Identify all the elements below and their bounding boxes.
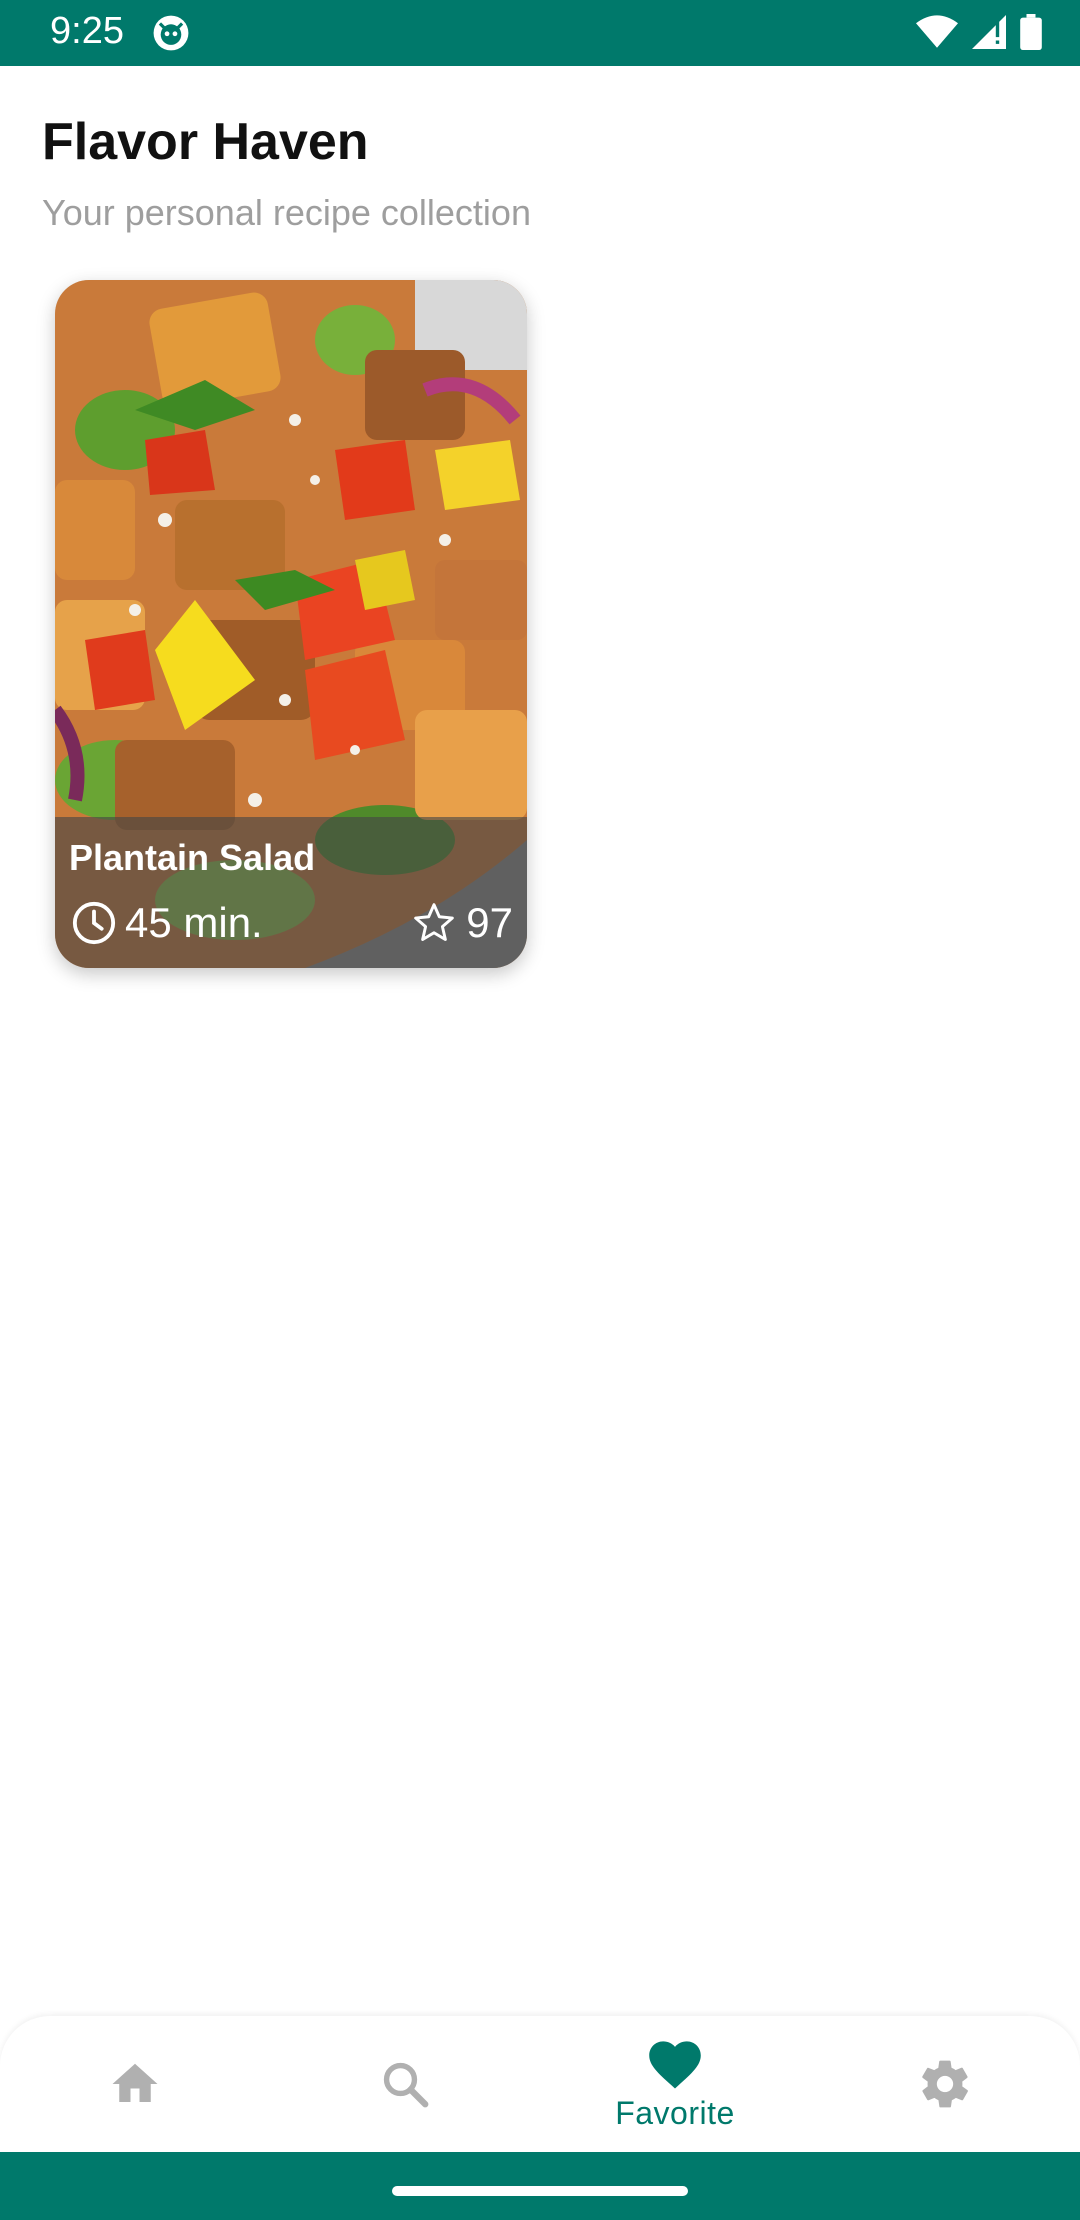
- search-icon: [383, 2062, 429, 2108]
- status-icons: [916, 14, 1042, 50]
- home-icon: [112, 2063, 158, 2102]
- clock-icon: [72, 901, 116, 945]
- recipe-name: Plantain Salad: [69, 837, 316, 878]
- nav-search[interactable]: [270, 2016, 540, 2152]
- page-title: Flavor Haven: [42, 113, 369, 171]
- star-icon: [414, 903, 455, 941]
- status-time: 9:25: [50, 10, 124, 52]
- wifi-icon: [916, 15, 958, 48]
- nav-home[interactable]: [0, 2016, 270, 2152]
- page-subtitle: Your personal recipe collection: [42, 192, 531, 233]
- gear-icon: [922, 2060, 968, 2108]
- recipe-time-text: 45 min.: [125, 899, 263, 946]
- signal-icon: [972, 15, 1006, 49]
- bottom-navigation: Favorite: [0, 2016, 1080, 2152]
- recipe-rating-text: 97: [466, 899, 513, 946]
- gesture-navigation-bar: [0, 2152, 1080, 2220]
- nav-settings[interactable]: [810, 2016, 1080, 2152]
- nav-favorite[interactable]: Favorite: [540, 2016, 810, 2152]
- gesture-handle[interactable]: [392, 2186, 688, 2196]
- recipe-cook-time: 45 min.: [71, 899, 263, 947]
- app-notification-icon: [153, 15, 189, 51]
- recipe-info-overlay: Plantain Salad 45 min. 97: [55, 817, 527, 968]
- heart-icon: [649, 2040, 701, 2089]
- recipe-card[interactable]: Plantain Salad 45 min. 97: [55, 280, 527, 968]
- status-bar: 9:25: [0, 0, 1080, 66]
- recipe-rating: 97: [412, 899, 513, 947]
- nav-favorite-label: Favorite: [615, 2094, 735, 2131]
- battery-icon: [1020, 14, 1042, 50]
